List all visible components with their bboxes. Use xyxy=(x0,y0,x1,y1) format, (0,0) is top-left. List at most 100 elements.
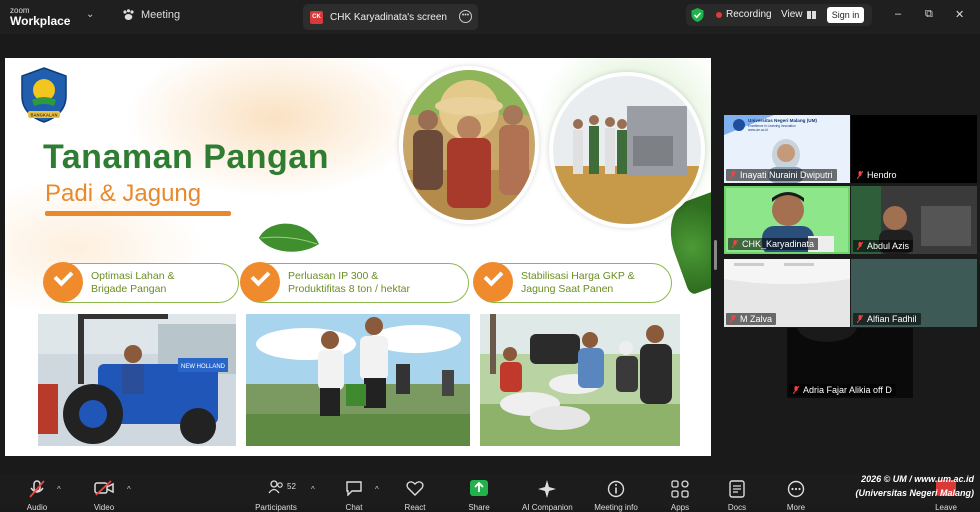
view-label: View xyxy=(781,9,803,20)
app-brand[interactable]: zoom Workplace xyxy=(10,5,70,27)
participant-name-text: Inayati Nuraini Dwiputri xyxy=(740,170,833,180)
shield-check-icon[interactable] xyxy=(691,8,704,22)
chevron-down-icon[interactable]: ⌄ xyxy=(86,9,94,20)
view-button[interactable]: View xyxy=(781,9,816,20)
apps-icon xyxy=(671,480,689,498)
paw-icon xyxy=(123,9,134,20)
pill-line: Brigade Pangan xyxy=(91,283,167,295)
combine-harvester-photo xyxy=(549,72,705,228)
participant-tile[interactable]: Hendro xyxy=(851,115,977,183)
recording-status-bar: Recording View Sign in xyxy=(686,4,872,26)
grid-view-icon xyxy=(806,10,816,19)
mic-muted-icon xyxy=(857,315,863,323)
watermark-line1: 2026 © UM / www.um.ac.id xyxy=(861,474,974,484)
participant-name: M Zalva xyxy=(726,313,777,325)
sign-in-button[interactable]: Sign in xyxy=(827,7,864,23)
more-options-icon[interactable]: ••• xyxy=(459,10,472,23)
sharer-badge: CK xyxy=(310,10,323,24)
pill-line: Produktifitas 8 ton / hektar xyxy=(288,283,410,295)
check-circle-icon xyxy=(240,262,280,302)
record-dot-icon xyxy=(716,11,722,18)
leave-label: Leave xyxy=(935,503,957,512)
meeting-tab[interactable]: Meeting xyxy=(122,9,180,21)
participant-tile[interactable]: Adria Fajar Alikia off D xyxy=(787,328,913,398)
mic-muted-icon xyxy=(730,315,736,323)
participant-tile[interactable]: Abdul Azis xyxy=(851,186,977,254)
docs-label: Docs xyxy=(727,503,747,512)
slide-title: Tanaman Pangan xyxy=(43,138,329,176)
recording-label: Recording xyxy=(726,9,772,20)
chat-icon xyxy=(346,481,362,497)
pill-perluasan-ip: Perluasan IP 300 & Produktifitas 8 ton / … xyxy=(240,262,469,303)
mic-muted-icon xyxy=(29,480,45,498)
participants-icon xyxy=(268,480,283,494)
participant-name: Abdul Azis xyxy=(853,240,914,252)
participant-tile[interactable]: Alfian Fadhil xyxy=(851,259,977,327)
audio-button[interactable]: Audio xyxy=(12,480,62,512)
rice-planting-photo xyxy=(246,314,470,446)
pill-text: Perluasan IP 300 & Produktifitas 8 ton / … xyxy=(288,270,410,296)
participant-tile[interactable]: M Zalva xyxy=(724,259,850,327)
react-button[interactable]: React xyxy=(390,480,440,512)
chat-caret-icon[interactable]: ^ xyxy=(375,485,379,494)
camera-off-icon xyxy=(94,480,114,496)
video-caret-icon[interactable]: ^ xyxy=(127,485,131,494)
logo-text: BANGKALAN xyxy=(31,113,58,118)
share-button[interactable]: Share xyxy=(454,480,504,512)
slide-subtitle: Padi & Jagung xyxy=(45,180,202,207)
pill-line: Stabilisasi Harga GKP & xyxy=(521,270,635,282)
participants-label: Participants xyxy=(255,503,297,512)
restore-button[interactable]: ⧉ xyxy=(925,8,933,21)
participant-tile[interactable]: Universitas Negeri Malang (UM) Excellenc… xyxy=(724,115,850,183)
close-button[interactable]: ✕ xyxy=(955,8,964,21)
mic-muted-icon xyxy=(730,171,736,179)
more-icon xyxy=(787,480,805,498)
participant-name-text: Hendro xyxy=(867,170,897,180)
audio-label: Audio xyxy=(26,503,48,512)
minimize-button[interactable]: – xyxy=(895,8,901,20)
brand-bottom: Workplace xyxy=(10,14,71,28)
video-button[interactable]: Video xyxy=(79,480,129,512)
chat-button[interactable]: Chat xyxy=(329,480,379,512)
leaf-icon xyxy=(259,223,319,252)
watermark-line2: (Universitas Negeri Malang) xyxy=(855,488,974,498)
tractor-brand: NEW HOLLAND xyxy=(181,364,226,370)
participant-name-text: Alfian Fadhil xyxy=(867,314,917,324)
video-label: Video xyxy=(93,503,115,512)
mic-muted-icon xyxy=(857,242,863,250)
participant-name: Adria Fajar Alikia off D xyxy=(789,384,896,396)
um-watermark: 2026 © UM / www.um.ac.id (Universitas Ne… xyxy=(850,472,974,500)
grain-sacks-photo xyxy=(480,314,680,446)
um-org-text: Universitas Negeri Malang (UM) xyxy=(748,118,817,123)
mic-muted-icon xyxy=(857,171,863,179)
subtitle-underline xyxy=(45,211,231,216)
chat-label: Chat xyxy=(345,503,363,512)
pill-line: Jagung Saat Panen xyxy=(521,283,614,295)
pill-line: Perluasan IP 300 & xyxy=(288,270,379,282)
panel-resize-handle[interactable] xyxy=(714,240,717,270)
meeting-label: Meeting xyxy=(141,9,181,21)
screen-share-tab[interactable]: CK CHK Karyadinata's screen ••• xyxy=(303,4,478,30)
ai-companion-button[interactable]: AI Companion xyxy=(522,480,573,512)
docs-button[interactable]: Docs xyxy=(712,480,762,512)
participants-count: 52 xyxy=(287,482,296,491)
regency-logo: BANGKALAN xyxy=(21,67,67,123)
recording-indicator[interactable]: Recording xyxy=(716,9,772,20)
participants-button[interactable]: 52 Participants xyxy=(251,480,301,512)
meeting-info-button[interactable]: Meeting info xyxy=(591,480,641,512)
meeting-info-label: Meeting info xyxy=(594,503,638,512)
participant-name: Alfian Fadhil xyxy=(853,313,921,325)
apps-label: Apps xyxy=(670,503,690,512)
check-circle-icon xyxy=(473,262,513,302)
audio-caret-icon[interactable]: ^ xyxy=(57,485,61,494)
apps-button[interactable]: Apps xyxy=(655,480,705,512)
slide-bg-wash xyxy=(125,58,425,198)
more-button[interactable]: More xyxy=(771,480,821,512)
document-icon xyxy=(729,480,745,498)
mic-muted-icon xyxy=(793,386,799,394)
check-circle-icon xyxy=(43,262,83,302)
participant-tile-active-speaker[interactable]: CHK_Karyadinata xyxy=(724,186,850,254)
participants-caret-icon[interactable]: ^ xyxy=(311,485,315,494)
info-icon xyxy=(607,480,625,498)
share-screen-icon xyxy=(470,480,488,496)
